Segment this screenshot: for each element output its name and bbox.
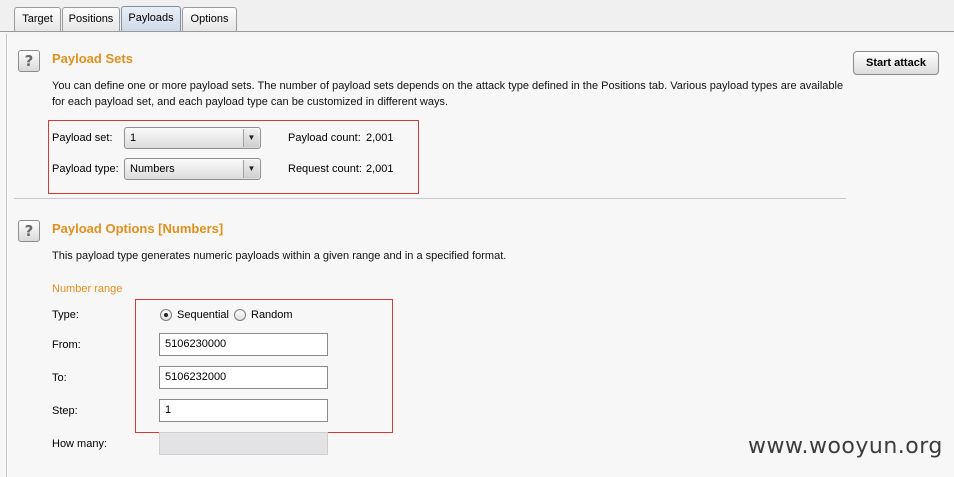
section-divider (14, 198, 846, 199)
tab-payloads[interactable]: Payloads (121, 6, 181, 32)
how-many-field (159, 432, 328, 455)
from-label: From: (52, 339, 81, 351)
tab-positions[interactable]: Positions (62, 7, 120, 31)
sequential-radio[interactable] (160, 309, 172, 321)
tab-target[interactable]: Target (14, 7, 61, 31)
payload-options-description: This payload type generates numeric payl… (52, 250, 507, 262)
payload-type-value: Numbers (130, 163, 175, 175)
payload-count-value: 2,001 (366, 132, 394, 144)
start-attack-button[interactable]: Start attack (853, 51, 939, 75)
chevron-down-icon[interactable]: ▼ (243, 129, 259, 147)
tab-underline (0, 31, 954, 32)
number-range-heading: Number range (52, 283, 123, 295)
payload-sets-description-1: You can define one or more payload sets.… (52, 80, 844, 92)
tab-bar: Target Positions Payloads Options (0, 0, 954, 32)
random-label[interactable]: Random (251, 309, 293, 321)
payload-sets-description-2: for each payload set, and each payload t… (52, 96, 449, 108)
payload-count-label: Payload count: (288, 132, 361, 144)
payload-options-title: Payload Options [Numbers] (52, 221, 224, 236)
payload-type-select[interactable]: Numbers ▼ (124, 158, 261, 180)
payload-set-label: Payload set: (52, 132, 113, 144)
sequential-label[interactable]: Sequential (177, 309, 229, 321)
payload-set-value: 1 (130, 132, 137, 144)
from-field[interactable]: 5106230000 (159, 333, 328, 356)
payload-set-select[interactable]: 1 ▼ (124, 127, 261, 149)
payload-type-label: Payload type: (52, 163, 119, 175)
step-field[interactable]: 1 (159, 399, 328, 422)
payload-sets-title: Payload Sets (52, 51, 133, 66)
help-icon[interactable]: ? (18, 220, 40, 242)
to-field[interactable]: 5106232000 (159, 366, 328, 389)
watermark: www.wooyun.org (748, 434, 943, 459)
tab-options[interactable]: Options (182, 7, 237, 31)
help-icon[interactable]: ? (18, 50, 40, 72)
to-label: To: (52, 372, 67, 384)
random-radio[interactable] (234, 309, 246, 321)
request-count-label: Request count: (288, 163, 362, 175)
how-many-label: How many: (52, 438, 108, 450)
request-count-value: 2,001 (366, 163, 394, 175)
chevron-down-icon[interactable]: ▼ (243, 160, 259, 178)
step-label: Step: (52, 405, 78, 417)
type-label: Type: (52, 309, 79, 321)
